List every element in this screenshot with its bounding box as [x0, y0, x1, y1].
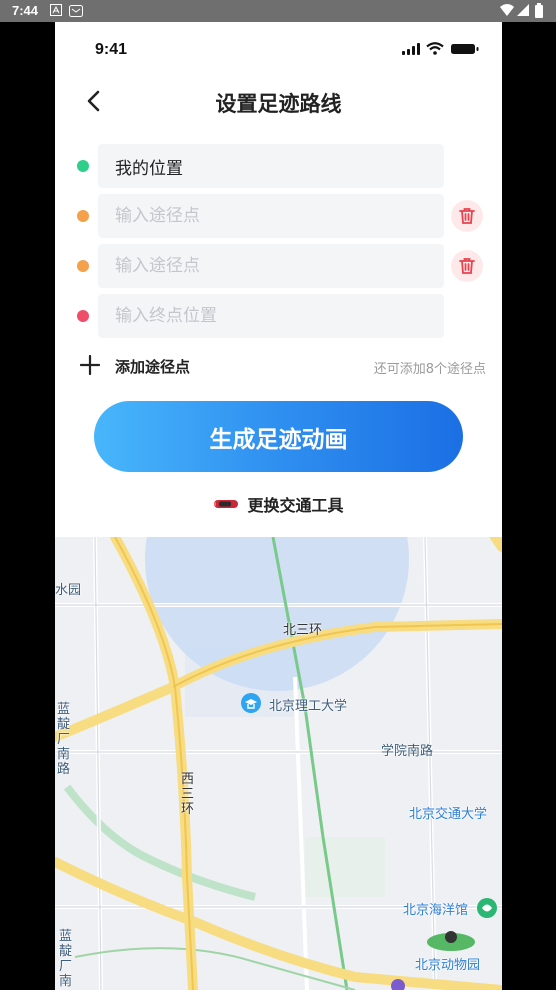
system-time: 7:44 — [12, 3, 39, 18]
waypoint-input[interactable] — [98, 194, 444, 238]
destination-dot-icon — [77, 310, 89, 322]
add-waypoint-row[interactable]: 添加途径点 还可添加8个途径点 — [55, 349, 502, 383]
remaining-waypoints-hint: 还可添加8个途径点 — [373, 362, 486, 377]
route-panel: 9:41 设置足迹路线 我的位置 输入途径点 输入途径点 输入终点位置 添加途径… — [55, 22, 502, 537]
waypoint-dot-icon — [77, 260, 89, 272]
map-label-bjtu: 北京交通大学 — [409, 807, 488, 822]
cell-signal-icon — [402, 43, 420, 55]
waypoint-row — [55, 244, 502, 288]
start-location-input[interactable] — [98, 144, 444, 188]
notification-mail-icon — [69, 5, 83, 17]
notification-a-icon — [50, 4, 62, 16]
map-label-third-ring-north: 北三环 — [283, 623, 323, 638]
destination-row — [55, 294, 502, 338]
map-label-bit: 北京理工大学 — [269, 699, 348, 714]
waypoint-dot-icon — [77, 210, 89, 222]
map-label-xueyuan-south: 学院南路 — [381, 744, 434, 759]
plus-icon — [80, 355, 100, 375]
battery-icon — [535, 3, 543, 18]
wifi-icon — [500, 4, 514, 16]
battery-icon — [451, 44, 479, 54]
wifi-icon — [426, 42, 444, 55]
map-roads — [55, 537, 502, 990]
start-dot-icon — [77, 160, 89, 172]
ios-status-icons — [402, 41, 482, 60]
system-status-bar: 7:44 — [0, 0, 556, 22]
map-label-zoo: 北京动物园 — [415, 958, 481, 973]
waypoint-row — [55, 194, 502, 238]
delete-waypoint-icon[interactable] — [451, 200, 483, 232]
change-transport-label: 更换交通工具 — [247, 496, 344, 515]
ios-status-time: 9:41 — [95, 41, 128, 58]
delete-waypoint-icon[interactable] — [451, 250, 483, 282]
waypoint-input[interactable] — [98, 244, 444, 288]
add-waypoint-label: 添加途径点 — [115, 358, 191, 376]
destination-input[interactable] — [98, 294, 444, 338]
map-label-aquarium: 北京海洋馆 — [403, 903, 469, 918]
map-label-landian-south-2: 蓝靛厂南 — [59, 929, 73, 989]
map-label-landian-south-1: 蓝靛厂南路 — [57, 702, 71, 777]
car-icon — [214, 500, 239, 508]
change-transport-button[interactable]: 更换交通工具 — [55, 492, 502, 520]
generate-animation-button[interactable]: 生成足迹动画 — [94, 401, 463, 472]
page-title: 设置足迹路线 — [215, 92, 342, 116]
map-label-third-ring-west: 西三环 — [181, 772, 195, 817]
aquarium-pin-icon — [477, 898, 497, 918]
university-pin-icon — [241, 693, 261, 713]
app-screen: 9:41 设置足迹路线 我的位置 输入途径点 输入途径点 输入终点位置 添加途径… — [55, 22, 502, 990]
start-location-row — [55, 144, 502, 188]
cell-signal-icon — [517, 4, 529, 16]
map-label-water-park: 水园 — [55, 583, 82, 598]
map-view[interactable]: 水园 北三环 北京理工大学 学院南路 蓝靛厂南路 西三环 北京交通大学 北京海洋… — [55, 537, 502, 990]
screen: 7:44 9:41 设置足迹路线 我的位置 输入途径点 输入途径点 输入终点位置… — [0, 0, 556, 990]
